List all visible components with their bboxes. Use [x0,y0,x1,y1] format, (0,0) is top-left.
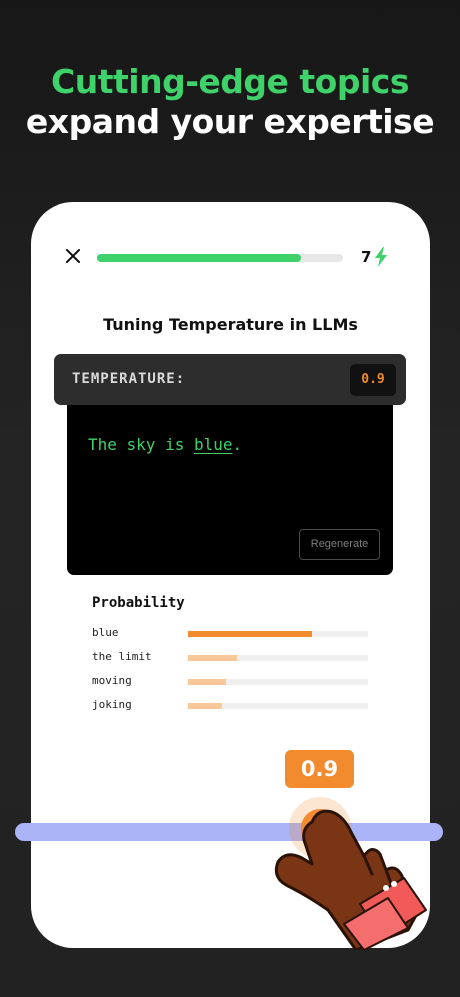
probability-label: blue [92,626,119,639]
probability-label: the limit [92,650,152,663]
sampled-word: blue [193,435,233,454]
streak-count: 7 [361,248,372,266]
output-terminal: The sky is blue. Regenerate [67,405,393,575]
probability-title: Probability [92,595,185,611]
regenerate-button[interactable]: Regenerate [299,529,380,560]
probability-track [188,655,368,661]
generated-sentence: The sky is blue. [88,435,242,454]
probability-label: joking [92,698,132,711]
lesson-progress-fill [97,254,302,262]
probability-track [188,679,368,685]
lesson-title: Tuning Temperature in LLMs [103,315,358,334]
probability-row: moving [92,673,372,689]
headline-line-1: Cutting-edge topics [51,62,409,101]
pointing-hand-icon [274,809,427,950]
lightning-bolt-icon [375,247,388,267]
close-icon[interactable] [65,248,81,264]
probability-row: blue [92,625,372,641]
streak-counter: 7 [361,245,388,269]
probability-label: moving [92,674,132,687]
temperature-header: TEMPERATURE: 0.9 [54,354,406,405]
slider-value-badge: 0.9 [285,750,354,788]
probability-row: the limit [92,649,372,665]
temperature-value: 0.9 [350,364,396,396]
probability-fill [188,631,313,637]
probability-fill [188,703,223,709]
probability-track [188,631,368,637]
probability-row: joking [92,697,372,713]
probability-track [188,703,368,709]
probability-fill [188,655,237,661]
lesson-progress-bar [97,254,343,262]
probability-fill [188,679,226,685]
headline-line-2: expand your expertise [25,102,435,141]
temperature-label: TEMPERATURE: [72,371,186,387]
sentence-prefix: The sky is [88,435,194,454]
promo-headline: Cutting-edge topics expand your expertis… [0,62,460,142]
sentence-suffix: . [232,435,243,454]
